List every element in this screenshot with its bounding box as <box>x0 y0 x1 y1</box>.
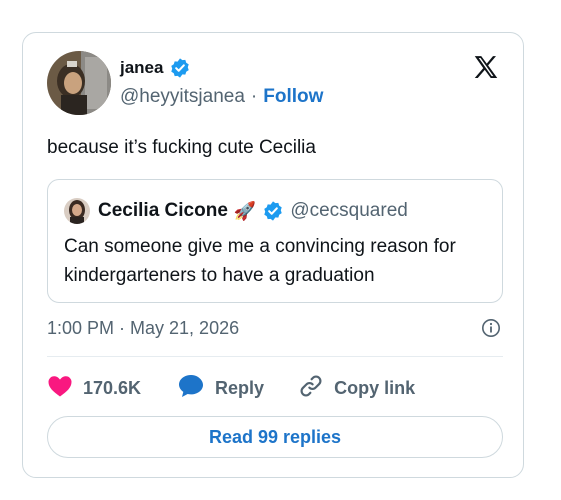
tweet-card: janea @heyyitsjanea · Follow because it’… <box>22 32 524 478</box>
copy-link-label: Copy link <box>334 377 416 398</box>
action-bar: 170.6K Reply Copy link <box>47 373 415 403</box>
tweet-text: because it’s fucking cute Cecilia <box>47 137 316 158</box>
copy-link-button[interactable]: Copy link <box>298 373 415 404</box>
reply-label: Reply <box>215 377 265 398</box>
follow-button[interactable]: Follow <box>263 86 323 108</box>
like-button[interactable]: 170.6K <box>47 374 141 403</box>
rocket-emoji: 🚀 <box>233 200 257 221</box>
x-logo-icon[interactable] <box>471 53 501 83</box>
quoted-text: Can someone give me a convincing reason … <box>64 236 456 286</box>
heart-icon <box>47 374 73 403</box>
quoted-author-avatar[interactable] <box>64 198 90 224</box>
author-handle-row: @heyyitsjanea · Follow <box>120 86 323 108</box>
link-icon <box>298 373 324 404</box>
reply-button[interactable]: Reply <box>177 373 264 404</box>
separator-dot: · <box>250 86 258 107</box>
quoted-header: Cecilia Cicone 🚀 @cecsquared <box>98 198 408 224</box>
author-avatar[interactable] <box>47 51 111 115</box>
verified-badge-icon <box>169 57 191 79</box>
info-icon[interactable] <box>481 318 501 338</box>
like-count: 170.6K <box>83 377 142 398</box>
author-handle[interactable]: @heyyitsjanea <box>120 86 245 108</box>
reply-bubble-icon <box>177 373 205 404</box>
author-name-row: janea <box>120 57 191 79</box>
quoted-tweet[interactable]: Cecilia Cicone 🚀 @cecsquared Can someone… <box>47 179 503 303</box>
verified-badge-icon <box>262 200 284 222</box>
author-name[interactable]: janea <box>120 58 163 78</box>
divider <box>47 356 503 357</box>
quoted-author-handle: @cecsquared <box>290 200 408 221</box>
read-replies-button[interactable]: Read 99 replies <box>47 416 503 458</box>
quoted-author-name: Cecilia Cicone <box>98 200 228 221</box>
tweet-timestamp[interactable]: 1:00 PM · May 21, 2026 <box>47 318 239 339</box>
